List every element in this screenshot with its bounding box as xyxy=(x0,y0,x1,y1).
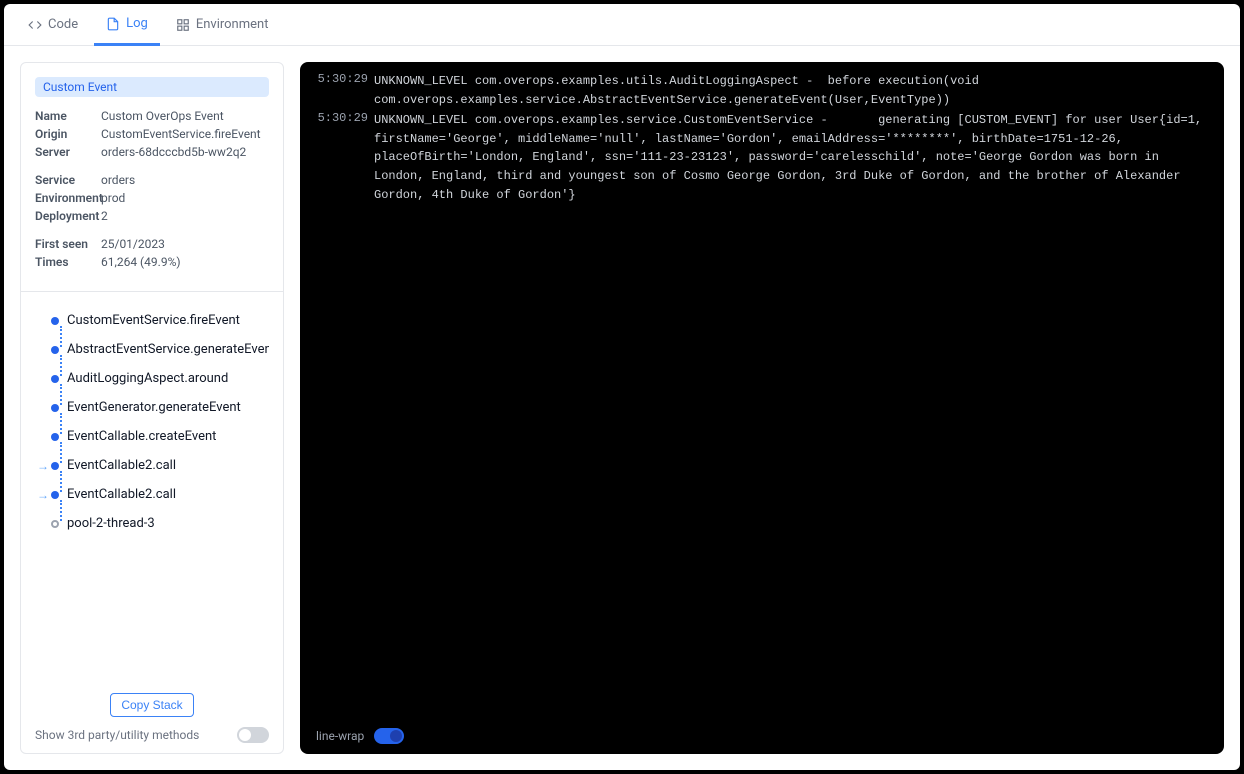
meta-label: First seen xyxy=(35,235,101,253)
arrow-icon: → xyxy=(37,488,49,502)
meta-value: 2 xyxy=(101,207,269,225)
event-sidebar: Custom Event NameCustom OverOps Event Or… xyxy=(20,62,284,754)
stack-item-label: EventGenerator.generateEvent xyxy=(67,400,241,415)
dot-icon xyxy=(51,433,59,441)
log-timestamp: 5:30:29 xyxy=(316,111,374,204)
meta-value: orders xyxy=(101,171,269,189)
stack-item-label: AbstractEventService.generateEvent xyxy=(67,342,269,357)
tab-environment[interactable]: Environment xyxy=(164,4,281,45)
meta-label: Server xyxy=(35,143,101,161)
show-3rd-party-toggle[interactable] xyxy=(237,727,269,743)
stack-item[interactable]: AuditLoggingAspect.around xyxy=(35,364,269,393)
dot-icon xyxy=(51,317,59,325)
dot-icon xyxy=(51,491,59,499)
meta-value: Custom OverOps Event xyxy=(101,107,269,125)
hollow-dot-icon xyxy=(51,520,59,528)
log-content[interactable]: 5:30:29UNKNOWN_LEVEL com.overops.example… xyxy=(316,72,1208,720)
stack-item[interactable]: EventGenerator.generateEvent xyxy=(35,393,269,422)
event-type-badge: Custom Event xyxy=(35,77,269,97)
stack-item-label: AuditLoggingAspect.around xyxy=(67,371,228,386)
log-line: 5:30:29UNKNOWN_LEVEL com.overops.example… xyxy=(316,111,1208,204)
meta-label: Service xyxy=(35,171,101,189)
meta-value: orders-68dcccbd5b-ww2q2 xyxy=(101,143,269,161)
log-panel: 5:30:29UNKNOWN_LEVEL com.overops.example… xyxy=(300,62,1224,754)
log-footer: line-wrap xyxy=(316,720,1208,744)
tab-label: Code xyxy=(48,17,78,32)
show-3rd-party-row: Show 3rd party/utility methods xyxy=(35,727,269,743)
show-3rd-party-label: Show 3rd party/utility methods xyxy=(35,728,199,742)
meta-label: Times xyxy=(35,253,101,271)
stack-item[interactable]: → EventCallable2.call xyxy=(35,451,269,480)
stack-trace: CustomEventService.fireEvent AbstractEven… xyxy=(35,302,269,685)
stack-item[interactable]: → EventCallable2.call xyxy=(35,480,269,509)
stack-item[interactable]: CustomEventService.fireEvent xyxy=(35,306,269,335)
stack-item-label: pool-2-thread-3 xyxy=(67,516,155,531)
environment-icon xyxy=(176,18,190,32)
dot-icon xyxy=(51,462,59,470)
meta-label: Name xyxy=(35,107,101,125)
log-timestamp: 5:30:29 xyxy=(316,72,374,109)
log-icon xyxy=(106,17,120,31)
view-tabs: Code Log Environment xyxy=(4,4,1240,46)
copy-stack-button[interactable]: Copy Stack xyxy=(110,693,193,717)
meta-value: CustomEventService.fireEvent xyxy=(101,125,269,143)
meta-label: Environment xyxy=(35,189,101,207)
log-line: 5:30:29UNKNOWN_LEVEL com.overops.example… xyxy=(316,72,1208,109)
stack-item-label: EventCallable.createEvent xyxy=(67,429,216,444)
tab-code[interactable]: Code xyxy=(16,4,90,45)
tab-label: Log xyxy=(126,16,148,31)
meta-block-1: NameCustom OverOps Event OriginCustomEve… xyxy=(35,107,269,161)
meta-label: Deployment xyxy=(35,207,101,225)
tab-label: Environment xyxy=(196,17,269,32)
log-body: UNKNOWN_LEVEL com.overops.examples.servi… xyxy=(374,111,1208,204)
log-body: UNKNOWN_LEVEL com.overops.examples.utils… xyxy=(374,72,1208,109)
dot-icon xyxy=(51,375,59,383)
stack-item-label: CustomEventService.fireEvent xyxy=(67,313,240,328)
stack-item-label: EventCallable2.call xyxy=(67,487,176,502)
main-area: Custom Event NameCustom OverOps Event Or… xyxy=(4,46,1240,770)
divider xyxy=(21,291,283,292)
stack-item[interactable]: AbstractEventService.generateEvent xyxy=(35,335,269,364)
stack-item[interactable]: pool-2-thread-3 xyxy=(35,509,269,538)
meta-label: Origin xyxy=(35,125,101,143)
line-wrap-toggle[interactable] xyxy=(374,728,404,744)
meta-value: prod xyxy=(101,189,269,207)
line-wrap-label: line-wrap xyxy=(316,729,364,743)
meta-block-2: Serviceorders Environmentprod Deployment… xyxy=(35,171,269,225)
arrow-icon: → xyxy=(37,459,49,473)
stack-item-label: EventCallable2.call xyxy=(67,458,176,473)
meta-block-3: First seen25/01/2023 Times61,264 (49.9%) xyxy=(35,235,269,271)
tab-log[interactable]: Log xyxy=(94,5,160,46)
dot-icon xyxy=(51,404,59,412)
code-icon xyxy=(28,18,42,32)
stack-item[interactable]: EventCallable.createEvent xyxy=(35,422,269,451)
meta-value: 25/01/2023 xyxy=(101,235,269,253)
dot-icon xyxy=(51,346,59,354)
meta-value: 61,264 (49.9%) xyxy=(101,253,269,271)
app-root: Code Log Environment Custom Event NameCu… xyxy=(4,4,1240,770)
